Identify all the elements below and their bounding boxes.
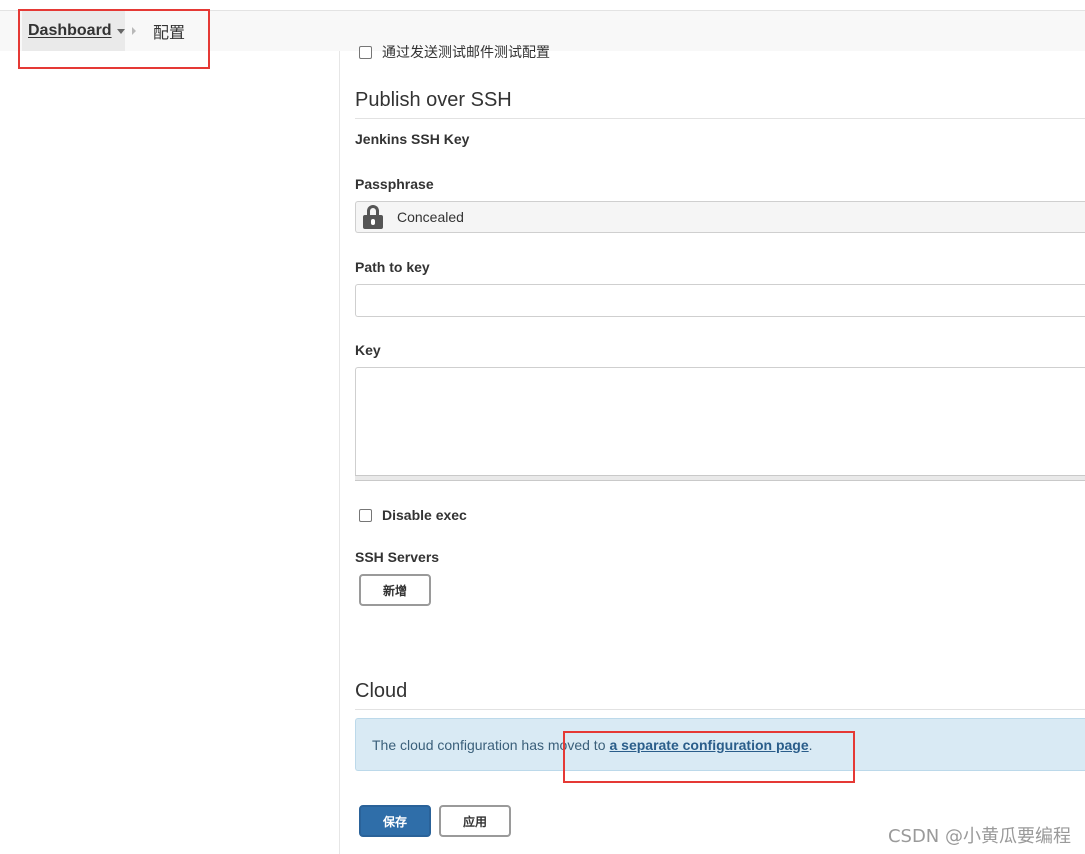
test-email-label: 通过发送测试邮件测试配置 (382, 45, 550, 59)
path-to-key-label: Path to key (355, 259, 430, 275)
lock-icon (363, 205, 383, 229)
passphrase-value: Concealed (397, 209, 464, 225)
disable-exec-label[interactable]: Disable exec (382, 507, 467, 523)
save-button[interactable]: 保存 (359, 805, 431, 837)
breadcrumb-current: 配置 (153, 25, 186, 42)
section-title-publish-ssh: Publish over SSH (355, 89, 1085, 119)
chevron-down-icon[interactable] (116, 28, 125, 34)
breadcrumb-dashboard-label: Dashboard (28, 22, 112, 39)
cloud-info-box: The cloud configuration has moved to a s… (355, 718, 1085, 771)
disable-exec-row: Disable exec (359, 507, 467, 523)
cloud-config-link[interactable]: a separate configuration page (609, 737, 808, 753)
ssh-servers-label: SSH Servers (355, 549, 440, 565)
path-to-key-input[interactable] (355, 284, 1085, 317)
disable-exec-checkbox[interactable] (359, 508, 372, 522)
textarea-resize-handle[interactable] (355, 475, 1085, 481)
passphrase-label: Passphrase (355, 176, 434, 192)
top-edge (0, 0, 1085, 11)
test-email-checkbox[interactable] (359, 45, 372, 59)
section-title-cloud: Cloud (355, 680, 1085, 710)
breadcrumb-separator-icon (132, 27, 136, 35)
breadcrumb-dashboard-link[interactable]: Dashboard (22, 11, 125, 51)
key-label: Key (355, 342, 381, 358)
cloud-info-period: . (808, 736, 813, 753)
key-textarea[interactable] (355, 367, 1085, 479)
apply-button[interactable]: 应用 (439, 805, 511, 837)
passphrase-field[interactable]: Concealed (355, 201, 1085, 233)
add-ssh-server-button[interactable]: 新增 (359, 574, 431, 606)
watermark: CSDN @小黄瓜要编程 (887, 826, 1071, 847)
test-email-row: 通过发送测试邮件测试配置 (359, 45, 550, 59)
side-panel-divider (339, 51, 340, 854)
jenkins-ssh-key-label: Jenkins SSH Key (355, 131, 470, 147)
cloud-info-message: The cloud configuration has moved to (372, 736, 606, 753)
